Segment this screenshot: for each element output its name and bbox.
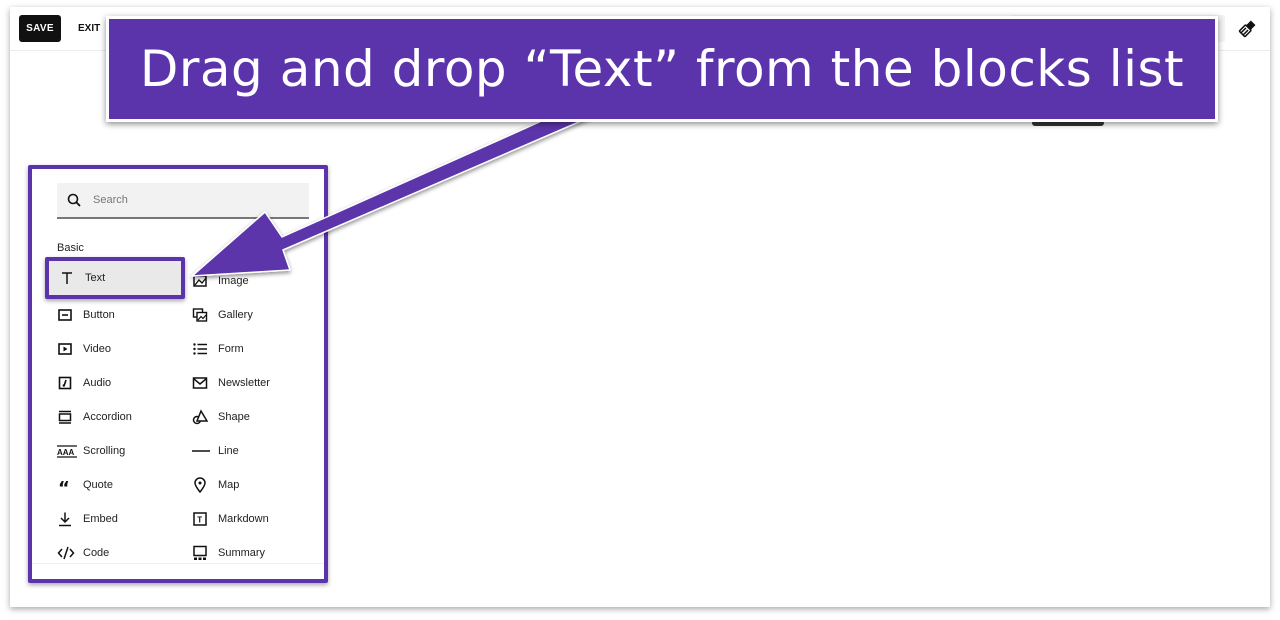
block-label: Markdown — [218, 513, 269, 525]
block-label: Video — [83, 343, 111, 355]
callout-text: Drag and drop “Text” from the blocks lis… — [139, 40, 1185, 98]
block-label: Map — [218, 479, 240, 491]
block-item-markdown[interactable]: T Markdown — [192, 506, 269, 532]
paintbrush-icon[interactable] — [1238, 20, 1256, 38]
image-icon — [192, 273, 208, 289]
block-item-newsletter[interactable]: Newsletter — [192, 370, 270, 396]
block-item-map[interactable]: Map — [192, 472, 239, 498]
newsletter-icon — [192, 375, 208, 391]
form-icon — [192, 341, 208, 357]
block-item-quote[interactable]: “ Quote — [57, 472, 113, 498]
block-label: Line — [218, 445, 239, 457]
search-field[interactable] — [57, 183, 309, 219]
block-label: Quote — [83, 479, 113, 491]
map-pin-icon — [192, 477, 208, 493]
audio-icon — [57, 375, 73, 391]
code-icon — [57, 545, 75, 561]
shape-icon — [192, 409, 208, 425]
embed-icon — [57, 511, 73, 527]
block-label: Button — [83, 309, 115, 321]
block-item-shape[interactable]: Shape — [192, 404, 250, 430]
text-block-highlight[interactable]: Text — [45, 257, 185, 299]
save-button[interactable]: SAVE — [19, 15, 61, 42]
block-label: Embed — [83, 513, 118, 525]
block-label: Shape — [218, 411, 250, 423]
callout-banner: Drag and drop “Text” from the blocks lis… — [106, 16, 1218, 122]
gallery-icon — [192, 307, 208, 323]
accordion-icon — [57, 409, 73, 425]
block-label: Gallery — [218, 309, 253, 321]
svg-text:AAA: AAA — [57, 448, 75, 457]
block-label: Newsletter — [218, 377, 270, 389]
block-item-image[interactable]: Image — [192, 268, 249, 294]
block-item-video[interactable]: Video — [57, 336, 111, 362]
block-item-line[interactable]: Line — [192, 438, 239, 464]
section-label-basic: Basic — [57, 242, 84, 254]
video-icon — [57, 341, 73, 357]
panel-footer — [32, 563, 324, 579]
block-item-scrolling[interactable]: AAA Scrolling — [57, 438, 125, 464]
markdown-icon: T — [192, 511, 208, 527]
block-item-embed[interactable]: Embed — [57, 506, 118, 532]
quote-icon: “ — [57, 477, 73, 493]
button-icon — [57, 307, 73, 323]
text-block-label: Text — [85, 272, 106, 284]
block-item-accordion[interactable]: Accordion — [57, 404, 132, 430]
block-label: Audio — [83, 377, 112, 389]
search-icon — [67, 193, 81, 207]
text-t-icon — [59, 270, 75, 286]
block-label: Code — [83, 547, 110, 559]
block-label: Scrolling — [83, 445, 126, 457]
svg-text:“: “ — [58, 478, 70, 493]
block-label: Accordion — [83, 411, 132, 423]
block-label: Summary — [218, 547, 266, 559]
block-label: Image — [218, 275, 249, 287]
blocks-panel: Basic Text Button Video Audio Accordion … — [28, 165, 328, 583]
search-input[interactable] — [91, 193, 295, 207]
block-label: Form — [218, 343, 244, 355]
scrolling-icon: AAA — [57, 443, 77, 459]
svg-text:T: T — [197, 516, 202, 525]
block-item-gallery[interactable]: Gallery — [192, 302, 253, 328]
line-icon — [192, 443, 210, 459]
exit-button[interactable]: EXIT — [78, 15, 100, 42]
block-item-form[interactable]: Form — [192, 336, 244, 362]
block-item-button[interactable]: Button — [57, 302, 115, 328]
summary-icon — [192, 545, 208, 561]
block-item-audio[interactable]: Audio — [57, 370, 111, 396]
